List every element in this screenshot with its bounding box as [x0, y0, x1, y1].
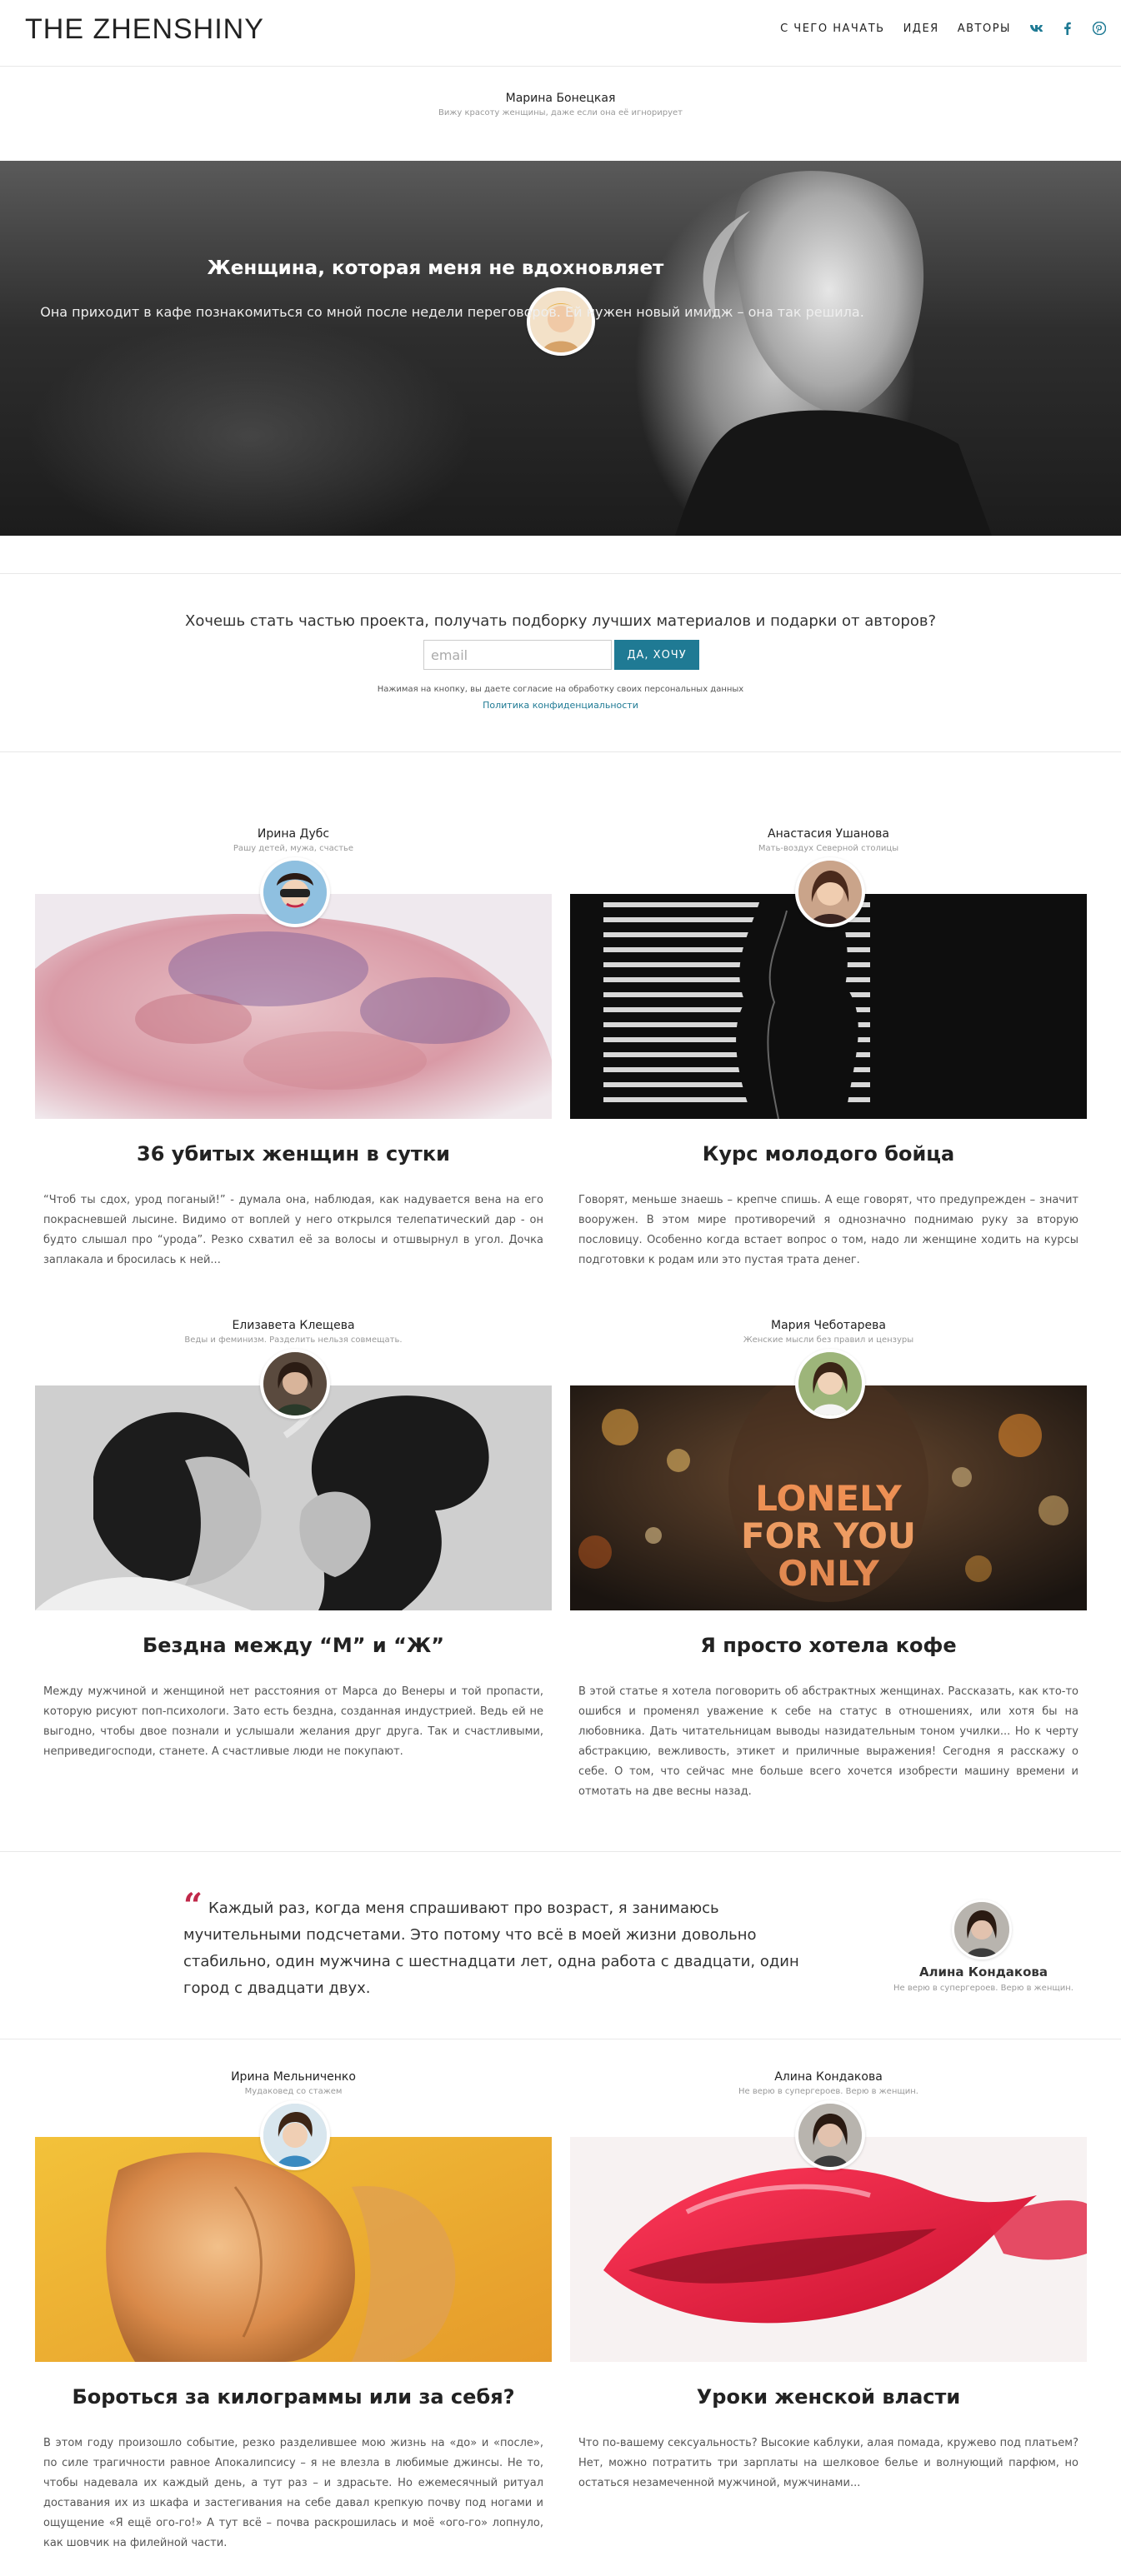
article-excerpt: Говорят, меньше знаешь – крепче спишь. А… — [578, 1194, 1078, 1266]
article-image[interactable] — [35, 1385, 552, 1610]
hero-author: Марина Бонецкая Вижу красоту женщины, да… — [0, 92, 1121, 117]
card-author: Анастасия Ушанова Мать-воздух Северной с… — [570, 827, 1087, 853]
divider — [0, 1851, 1121, 1852]
card-author: Елизавета Клещева Веды и феминизм. Разде… — [35, 1319, 552, 1345]
svg-text:FOR YOU: FOR YOU — [741, 1515, 916, 1556]
site-logo[interactable]: THE ZHENSHINY — [25, 13, 264, 46]
article-title[interactable]: Курс молодого бойца — [570, 1142, 1087, 1166]
card-author-avatar[interactable] — [795, 2100, 865, 2170]
article-title[interactable]: Уроки женской власти — [570, 2385, 1087, 2409]
article-image[interactable]: LONELY FOR YOU ONLY — [570, 1385, 1087, 1610]
article-image[interactable] — [570, 2137, 1087, 2362]
hero-title[interactable]: Женщина, которая меня не вдохновляет — [0, 257, 1121, 279]
card-author: Мария Чеботарева Женские мысли без прави… — [570, 1319, 1087, 1345]
card-author-name[interactable]: Елизавета Клещева — [35, 1319, 552, 1332]
article-title[interactable]: 36 убитых женщин в сутки — [35, 1142, 552, 1166]
svg-text:LONELY: LONELY — [755, 1478, 902, 1519]
site-header: THE ZHENSHINY С ЧЕГО НАЧАТЬ ИДЕЯ АВТОРЫ — [0, 0, 1121, 67]
card-author-avatar[interactable] — [260, 2100, 330, 2170]
quote-author-tagline: Не верю в супергероев. Верю в женщин. — [893, 1984, 1073, 1993]
hero-woman-portrait — [675, 171, 992, 536]
card-author: Ирина Дубс Рашу детей, мужа, счастье — [35, 827, 552, 853]
divider — [0, 573, 1121, 574]
card-author-avatar[interactable] — [795, 857, 865, 927]
card-author-avatar[interactable] — [260, 857, 330, 927]
article-excerpt: В этой статье я хотела поговорить об абс… — [578, 1685, 1078, 1798]
quote-author-name[interactable]: Алина Кондакова — [900, 1964, 1067, 1979]
subscribe-button[interactable]: ДА, ХОЧУ — [614, 640, 699, 670]
article-image[interactable] — [35, 894, 552, 1119]
card-author-avatar[interactable] — [795, 1349, 865, 1419]
hero-banner[interactable]: Женщина, которая меня не вдохновляет Она… — [0, 161, 1121, 536]
main-nav: С ЧЕГО НАЧАТЬ ИДЕЯ АВТОРЫ — [780, 22, 1106, 35]
nav-idea[interactable]: ИДЕЯ — [903, 22, 939, 35]
article-image[interactable] — [570, 894, 1087, 1119]
card-author-tagline: Женские мысли без правил и цензуры — [743, 1335, 914, 1345]
card-author-tagline: Мудаковед со стажем — [244, 2087, 343, 2096]
hero-author-tagline: Вижу красоту женщины, даже если она её и… — [438, 108, 683, 117]
article-image[interactable] — [35, 2137, 552, 2362]
card-author-tagline: Веды и феминизм. Разделить нельзя совмещ… — [184, 1335, 403, 1345]
article-title[interactable]: Я просто хотела кофе — [570, 1634, 1087, 1657]
email-field[interactable] — [423, 640, 612, 670]
vk-icon[interactable] — [1029, 22, 1043, 35]
card-author: Ирина Мельниченко Мудаковед со стажем — [35, 2070, 552, 2096]
card-author-name[interactable]: Ирина Дубс — [35, 827, 552, 841]
card-author-avatar[interactable] — [260, 1349, 330, 1419]
card-author-name[interactable]: Ирина Мельниченко — [35, 2070, 552, 2084]
article-title[interactable]: Бездна между “М” и “Ж” — [35, 1634, 552, 1657]
article-excerpt: “Чтоб ты сдох, урод поганый!” - думала о… — [43, 1194, 543, 1266]
consent-text: Нажимая на кнопку, вы даете согласие на … — [377, 685, 744, 694]
quote-text: Каждый раз, когда меня спрашивают про во… — [183, 1900, 799, 1997]
privacy-policy-link[interactable]: Политика конфиденциальности — [0, 700, 1121, 711]
hero-author-name[interactable]: Марина Бонецкая — [0, 92, 1121, 105]
pinterest-icon[interactable] — [1093, 22, 1106, 35]
card-author-tagline: Рашу детей, мужа, счастье — [233, 844, 354, 853]
card-author: Алина Кондакова Не верю в супергероев. В… — [570, 2070, 1087, 2096]
card-author-name[interactable]: Алина Кондакова — [570, 2070, 1087, 2084]
article-excerpt: Что по-вашему сексуальность? Высокие каб… — [578, 2437, 1078, 2489]
article-excerpt: Между мужчиной и женщиной нет расстояния… — [43, 1685, 543, 1758]
svg-text:ONLY: ONLY — [778, 1553, 879, 1594]
nav-start[interactable]: С ЧЕГО НАЧАТЬ — [780, 22, 884, 35]
card-author-tagline: Не верю в супергероев. Верю в женщин. — [738, 2087, 918, 2096]
facebook-icon[interactable] — [1061, 22, 1074, 35]
divider — [0, 751, 1121, 752]
subscribe-question: Хочешь стать частью проекта, получать по… — [184, 612, 936, 630]
hero-subtitle: Она приходит в кафе познакомиться со мно… — [40, 304, 864, 320]
card-author-name[interactable]: Анастасия Ушанова — [570, 827, 1087, 841]
article-title[interactable]: Бороться за килограммы или за себя? — [35, 2385, 552, 2409]
card-author-tagline: Мать-воздух Северной столицы — [758, 844, 899, 853]
nav-authors[interactable]: АВТОРЫ — [958, 22, 1011, 35]
card-author-name[interactable]: Мария Чеботарева — [570, 1319, 1087, 1332]
quote-author-avatar[interactable] — [952, 1900, 1012, 1959]
hero-author-avatar[interactable] — [527, 287, 595, 356]
article-excerpt: В этом году произошло событие, резко раз… — [43, 2437, 543, 2549]
